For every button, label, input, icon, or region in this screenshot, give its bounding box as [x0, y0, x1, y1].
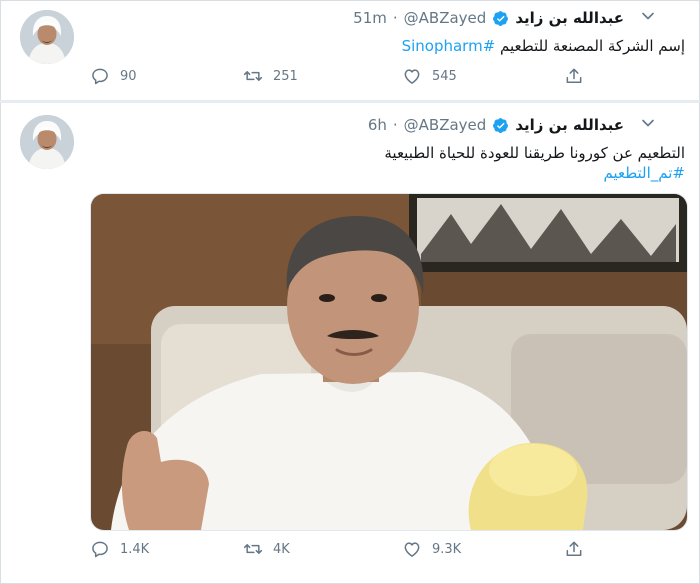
retweet-icon [243, 544, 263, 554]
tweet[interactable]: 51m · @ABZayed عبدالله بن زايد إسم الشرك… [0, 0, 700, 100]
retweet-button[interactable]: 251 [243, 66, 298, 86]
display-name[interactable]: عبدالله بن زايد [515, 9, 624, 27]
reply-count: 1.4K [120, 541, 150, 557]
reply-count: 90 [120, 68, 137, 84]
tweet[interactable]: 6h · @ABZayed عبدالله بن زايد التطعيم عن… [0, 103, 700, 584]
meta-separator: · [392, 9, 398, 27]
tweet-text: إسم الشركة المصنعة للتطعيم #Sinopharm [85, 36, 685, 56]
reply-icon [92, 68, 108, 85]
tweet-header: 51m · @ABZayed عبدالله بن زايد [353, 9, 624, 27]
tweet-time[interactable]: 6h [368, 116, 387, 134]
user-handle[interactable]: @ABZayed [404, 116, 487, 134]
verified-badge-icon [493, 117, 509, 133]
reply-button[interactable]: 90 [90, 66, 137, 86]
reply-button[interactable]: 1.4K [90, 539, 149, 559]
hashtag-link[interactable]: #تم_التطعيم [85, 163, 685, 183]
avatar[interactable] [20, 115, 74, 169]
like-count: 545 [432, 68, 457, 84]
avatar[interactable] [20, 10, 74, 64]
tweet-time[interactable]: 51m [353, 9, 387, 27]
share-icon [566, 68, 582, 83]
like-icon [404, 69, 420, 84]
chevron-down-icon[interactable] [640, 8, 656, 24]
hashtag-link[interactable]: #Sinopharm [402, 37, 496, 55]
tweet-photo[interactable] [90, 193, 688, 531]
retweet-count: 4K [273, 541, 290, 557]
share-icon [566, 541, 582, 556]
like-icon [404, 542, 420, 557]
like-button[interactable]: 545 [402, 66, 457, 86]
tweet-text-content: التطعيم عن كورونا طريقنا للعودة للحياة ا… [384, 144, 685, 162]
retweet-icon [243, 71, 263, 81]
tweet-actions: 1.4K 4K 9.3K [0, 539, 700, 561]
share-button[interactable] [564, 539, 584, 559]
tweet-text: التطعيم عن كورونا طريقنا للعودة للحياة ا… [85, 143, 685, 183]
retweet-button[interactable]: 4K [243, 539, 290, 559]
tweet-actions: 90 251 545 [0, 66, 700, 88]
meta-separator: · [392, 116, 398, 134]
tweet-text-content: إسم الشركة المصنعة للتطعيم [495, 37, 685, 55]
like-button[interactable]: 9.3K [402, 539, 461, 559]
chevron-down-icon[interactable] [640, 115, 656, 131]
tweet-header: 6h · @ABZayed عبدالله بن زايد [368, 116, 624, 134]
verified-badge-icon [493, 10, 509, 26]
user-handle[interactable]: @ABZayed [404, 9, 487, 27]
like-count: 9.3K [432, 541, 462, 557]
reply-icon [92, 541, 108, 558]
share-button[interactable] [564, 66, 584, 86]
display-name[interactable]: عبدالله بن زايد [515, 116, 624, 134]
retweet-count: 251 [273, 68, 298, 84]
